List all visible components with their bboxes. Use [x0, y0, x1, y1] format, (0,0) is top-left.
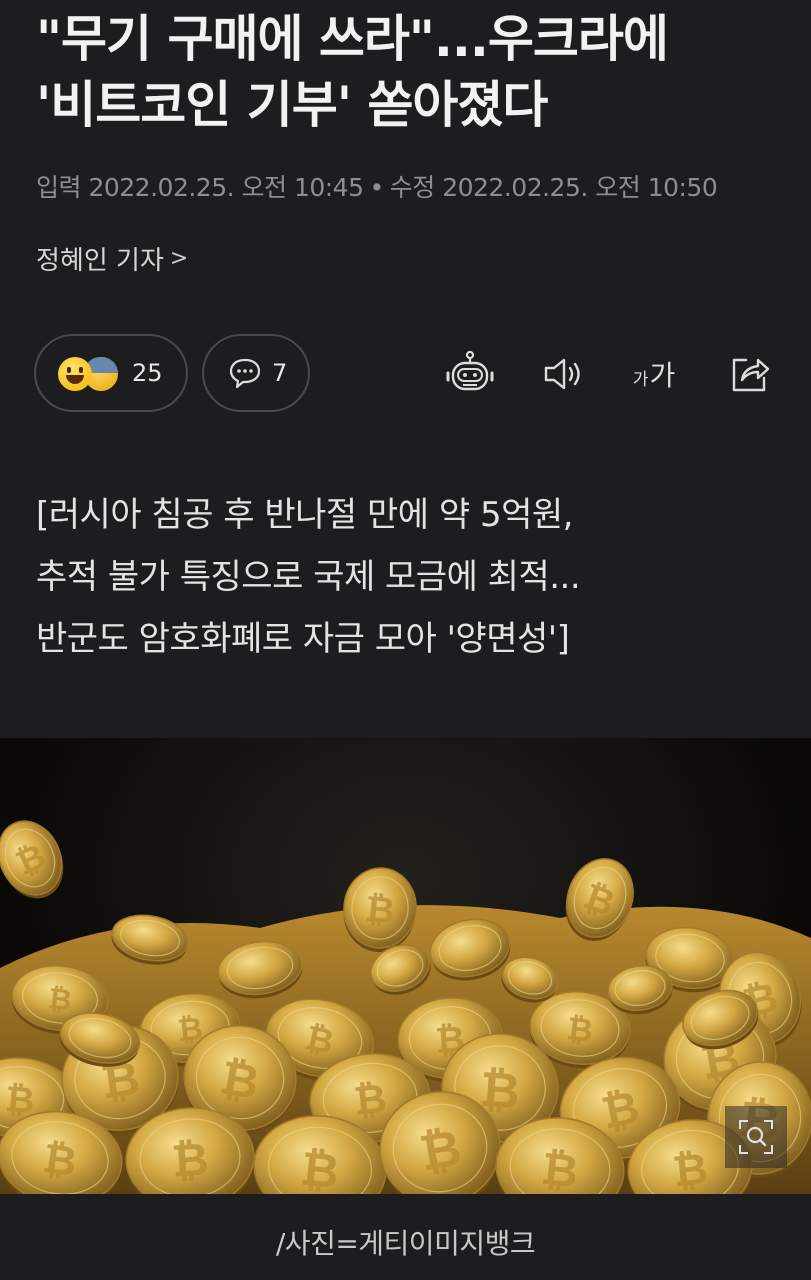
meta-separator: • [369, 173, 385, 202]
text-to-speech-button[interactable] [538, 348, 590, 400]
reaction-emoji-stack [58, 351, 128, 395]
robot-summary-button[interactable] [444, 348, 496, 400]
edit-label: 수정 [389, 173, 436, 202]
reactions-button[interactable]: 25 [34, 334, 188, 412]
summary-line-3: 반군도 암호화폐로 자금 모아 '양면성'] [36, 619, 570, 659]
headline-line-1: "무기 구매에 쓰라"...우크라에 [36, 10, 669, 68]
summary-line-1: [러시아 침공 후 반나절 만에 약 5억원, [36, 495, 573, 535]
svg-text:₿: ₿ [352, 1076, 389, 1125]
svg-text:₿: ₿ [363, 889, 396, 932]
headline-line-2: '비트코인 기부' 쏟아졌다 [36, 76, 548, 134]
chevron-right-icon: > [169, 246, 189, 271]
reaction-count: 25 [132, 359, 163, 387]
article-timestamps: 입력 2022.02.25. 오전 10:45 • 수정 2022.02.25. 오… [36, 168, 718, 204]
input-label: 입력 [36, 173, 82, 202]
article-headline: "무기 구매에 쓰라"...우크라에 '비트코인 기부' 쏟아졌다 [36, 6, 796, 138]
summary-line-2: 추적 불가 특징으로 국제 모금에 최적... [36, 557, 581, 597]
share-icon [732, 358, 770, 392]
font-size-icon: 가가 [633, 354, 675, 394]
font-big-glyph: 가 [649, 359, 676, 392]
magnify-icon [739, 1120, 773, 1154]
reporter-name: 정혜인 기자 [36, 246, 164, 276]
comment-count: 7 [272, 359, 288, 387]
speaker-icon [544, 358, 580, 390]
svg-text:₿: ₿ [298, 1141, 342, 1194]
font-size-button[interactable]: 가가 [628, 348, 680, 400]
svg-text:₿: ₿ [539, 1142, 581, 1194]
reporter-link[interactable]: 정혜인 기자 > [36, 240, 188, 277]
speech-bubble-icon [229, 358, 261, 389]
article-photo: ₿₿₿₿₿₿₿₿₿₿₿₿₿₿₿₿₿₿₿₿₿₿₿ [0, 738, 811, 1194]
share-button[interactable] [724, 348, 776, 400]
svg-text:₿: ₿ [670, 1144, 710, 1194]
svg-text:₿: ₿ [40, 1134, 80, 1186]
laughing-face-icon [58, 357, 92, 391]
photo-caption: /사진=게티이미지뱅크 [275, 1227, 536, 1260]
zoom-photo-button[interactable] [725, 1106, 787, 1168]
comments-button[interactable]: 7 [202, 334, 310, 412]
coin-graphic: ₿ [0, 820, 64, 899]
svg-text:₿: ₿ [170, 1132, 210, 1187]
edit-time: 2022.02.25. 오전 10:50 [442, 173, 718, 202]
input-time: 2022.02.25. 오전 10:45 [88, 173, 364, 202]
robot-summary-icon [446, 350, 494, 391]
svg-text:₿: ₿ [565, 1009, 595, 1050]
svg-text:₿: ₿ [46, 981, 73, 1017]
gold-coins-image: ₿₿₿₿₿₿₿₿₿₿₿₿₿₿₿₿₿₿₿₿₿₿₿ [0, 820, 811, 1194]
font-small-glyph: 가 [632, 370, 649, 390]
article-summary: [러시아 침공 후 반나절 만에 약 5억원, 추적 불가 특징으로 국제 모금… [36, 484, 796, 670]
